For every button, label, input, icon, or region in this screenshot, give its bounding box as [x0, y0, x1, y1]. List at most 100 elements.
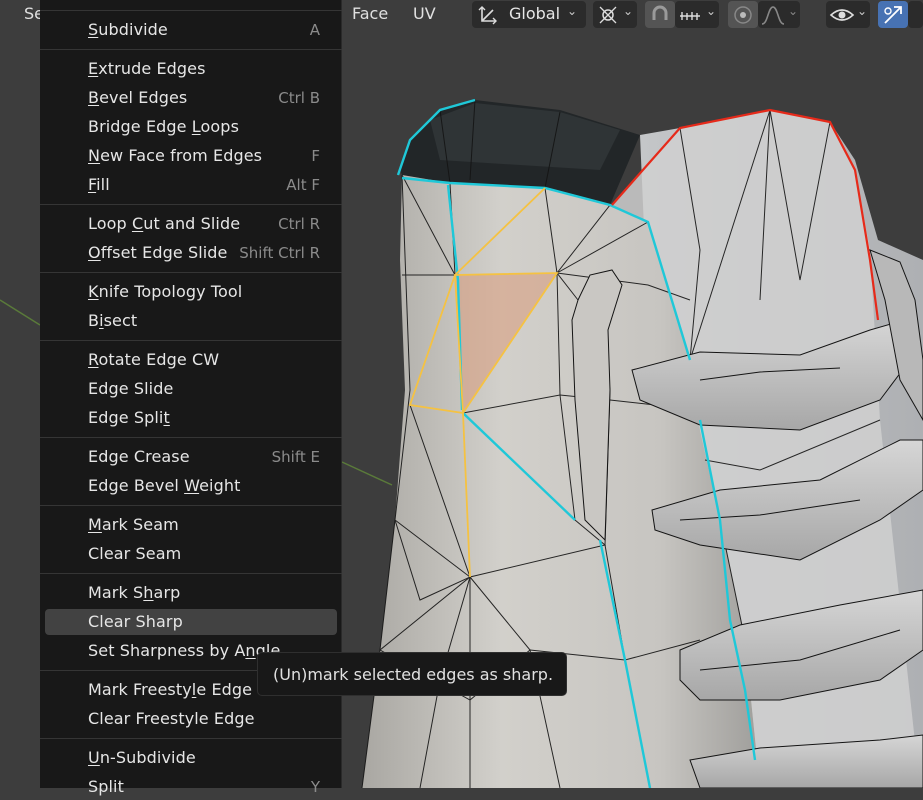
- menu-item[interactable]: Mark Sharp: [45, 580, 337, 606]
- menu-item-label: Split: [88, 777, 124, 796]
- menu-item-label: Subdivide: [88, 20, 168, 39]
- accelerator-key: N: [88, 146, 101, 165]
- accelerator-key: n: [245, 641, 256, 660]
- chevron-down-icon: ⌄: [567, 4, 578, 18]
- accelerator-key: h: [143, 583, 154, 602]
- proportional-editing-icon: [734, 6, 752, 24]
- proportional-editing-toggle[interactable]: [728, 1, 758, 28]
- menu-item-label: Fill: [88, 175, 110, 194]
- menu-item-label: Mark Seam: [88, 515, 179, 534]
- menu-item[interactable]: Subdivide A: [45, 17, 337, 43]
- menu-item-label: Offset Edge Slide: [88, 243, 228, 262]
- menu-item-label: Bisect: [88, 311, 138, 330]
- accelerator-key: l: [191, 680, 197, 699]
- chevron-down-icon: ⌄: [857, 4, 868, 18]
- menu-item-shortcut: Y: [310, 778, 320, 796]
- orientation-label: Global: [509, 4, 561, 23]
- accelerator-key: F: [88, 175, 97, 194]
- menu-separator: [40, 340, 342, 341]
- menu-item[interactable]: Edge Slide: [45, 376, 337, 402]
- tooltip-text: (Un)mark selected edges as sharp.: [273, 665, 554, 684]
- menu-item[interactable]: Edge Crease Shift E: [45, 444, 337, 470]
- menu-separator: [40, 10, 342, 11]
- chevron-down-icon: ⌄: [706, 4, 717, 18]
- accelerator-key: K: [88, 282, 99, 301]
- menu-item-label: Loop Cut and Slide: [88, 214, 241, 233]
- menu-item-label: Bridge Edge Loops: [88, 117, 240, 136]
- menu-item[interactable]: Un-Subdivide: [45, 745, 337, 771]
- accelerator-key: R: [88, 350, 99, 369]
- accelerator-key: t: [163, 408, 170, 427]
- accelerator-key: B: [88, 88, 100, 107]
- menu-item-label: Extrude Edges: [88, 59, 206, 78]
- menu-item-label: Mark Sharp: [88, 583, 181, 602]
- menu-item-label: Rotate Edge CW: [88, 350, 220, 369]
- menu-item[interactable]: Bevel Edges Ctrl B: [45, 85, 337, 111]
- menu-item[interactable]: Bridge Edge Loops: [45, 114, 337, 140]
- menu-item-shortcut: Alt F: [286, 176, 320, 194]
- accelerator-key: W: [184, 476, 200, 495]
- menu-item[interactable]: Bisect: [45, 308, 337, 334]
- menu-item[interactable]: Clear Seam: [45, 541, 337, 567]
- menu-item-label: Un-Subdivide: [88, 748, 196, 767]
- transform-orientation-dropdown[interactable]: Global ⌄: [472, 1, 586, 28]
- menu-item[interactable]: Edge Split: [45, 405, 337, 431]
- uv-menu[interactable]: UV: [413, 4, 436, 23]
- menu-item[interactable]: Rotate Edge CW: [45, 347, 337, 373]
- menu-item-label: Clear Freestyle Edge: [88, 709, 255, 728]
- snap-toggle[interactable]: [645, 1, 675, 28]
- accelerator-key: i: [99, 311, 104, 330]
- menu-item-label: Mark Freestyle Edge: [88, 680, 253, 699]
- menu-item-shortcut: Ctrl B: [278, 89, 320, 107]
- chevron-down-icon: ⌄: [623, 4, 634, 18]
- visibility-dropdown[interactable]: ⌄: [826, 1, 870, 28]
- chevron-down-icon: ⌄: [788, 4, 799, 18]
- accelerator-key: L: [191, 117, 201, 136]
- tooltip: (Un)mark selected edges as sharp.: [257, 652, 567, 696]
- snap-target-dropdown[interactable]: ⌄: [675, 1, 719, 28]
- proportional-falloff-dropdown[interactable]: ⌄: [758, 1, 800, 28]
- menu-item[interactable]: Edge Bevel Weight: [45, 473, 337, 499]
- orientation-axes-icon: [478, 6, 497, 25]
- menu-item-label: New Face from Edges: [88, 146, 263, 165]
- menu-item-label: Edge Bevel Weight: [88, 476, 241, 495]
- menu-item[interactable]: Split Y: [45, 774, 337, 800]
- menu-item-label: Edge Split: [88, 408, 170, 427]
- menu-item[interactable]: Mark Seam: [45, 512, 337, 538]
- menu-item[interactable]: Clear Freestyle Edge: [45, 706, 337, 732]
- gizmo-icon: [884, 6, 902, 24]
- menu-separator: [40, 204, 342, 205]
- menu-separator: [40, 505, 342, 506]
- menu-item[interactable]: Fill Alt F: [45, 172, 337, 198]
- menu-item-shortcut: F: [311, 147, 320, 165]
- menu-item-shortcut: Shift Ctrl R: [239, 244, 320, 262]
- menu-item[interactable]: Offset Edge Slide Shift Ctrl R: [45, 240, 337, 266]
- menu-item-shortcut: Shift E: [271, 448, 320, 466]
- menu-separator: [40, 272, 342, 273]
- pivot-point-icon: [599, 6, 617, 24]
- menu-item[interactable]: Extrude Edges: [45, 56, 337, 82]
- menu-item-label: Knife Topology Tool: [88, 282, 243, 301]
- face-menu[interactable]: Face: [352, 4, 388, 23]
- gizmo-toggle[interactable]: [878, 1, 908, 28]
- falloff-curve-icon: [761, 6, 785, 25]
- menu-item-label: Clear Seam: [88, 544, 182, 563]
- menu-item[interactable]: Clear Sharp: [45, 609, 337, 635]
- eye-icon: [829, 9, 855, 21]
- menu-item[interactable]: Knife Topology Tool: [45, 279, 337, 305]
- gizmo-dropdown[interactable]: [908, 1, 923, 28]
- menu-item-label: Clear Sharp: [88, 612, 183, 631]
- menu-item[interactable]: New Face from Edges F: [45, 143, 337, 169]
- menu-separator: [40, 437, 342, 438]
- accelerator-key: C: [131, 214, 144, 233]
- menu-item-label: Edge Slide: [88, 379, 174, 398]
- menu-separator: [40, 738, 342, 739]
- accelerator-key: U: [88, 748, 100, 767]
- accelerator-key: O: [88, 243, 101, 262]
- menu-item-label: Edge Crease: [88, 447, 190, 466]
- menu-item-label: Bevel Edges: [88, 88, 188, 107]
- snap-increment-icon: [680, 12, 700, 20]
- menu-item[interactable]: Loop Cut and Slide Ctrl R: [45, 211, 337, 237]
- pivot-point-dropdown[interactable]: ⌄: [593, 1, 637, 28]
- menu-item-shortcut: Ctrl R: [278, 215, 320, 233]
